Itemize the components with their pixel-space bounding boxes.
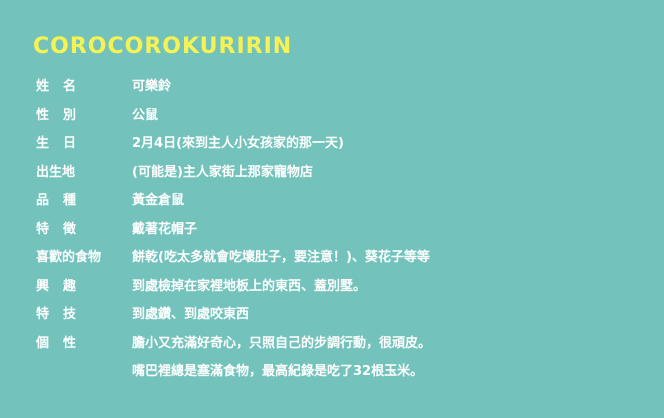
row-label: 姓名 [36, 79, 91, 94]
row-label: 品種 [36, 193, 91, 208]
profile-row-name: 姓名 可樂鈴 [36, 78, 431, 107]
profile-row-favorite-food: 喜歡的食物 餅乾(吃太多就會吃壞肚子，要注意！)、葵花子等等 [36, 249, 431, 278]
profile-row-personality-continued: 嘴巴裡總是塞滿食物，最高紀錄是吃了32根玉米。 [36, 363, 431, 392]
row-label: 生日 [36, 136, 91, 151]
profile-row-gender: 性別 公鼠 [36, 107, 431, 136]
row-value: 公鼠 [132, 107, 159, 123]
row-value: 餅乾(吃太多就會吃壞肚子，要注意！)、葵花子等等 [132, 250, 430, 265]
profile-row-birthplace: 出生地 (可能是)主人家街上那家寵物店 [36, 164, 431, 193]
profile-row-feature: 特徵 戴著花帽子 [36, 221, 431, 250]
row-label: 喜歡的食物 [36, 250, 102, 265]
row-label: 出生地 [36, 164, 76, 180]
profile-row-personality: 個性 膽小又充滿好奇心，只照自己的步調行動，很頑皮。 [36, 335, 431, 364]
row-value: 2月4日(來到主人小女孩家的那一天) [132, 136, 344, 151]
profile-row-breed: 品種 黃金倉鼠 [36, 192, 431, 221]
row-value: 戴著花帽子 [132, 221, 198, 237]
row-label: 興趣 [36, 278, 91, 294]
profile-row-skill: 特技 到處鑽、到處咬東西 [36, 306, 431, 335]
row-value: 到處鑽、到處咬東西 [132, 307, 250, 322]
profile-row-birthday: 生日 2月4日(來到主人小女孩家的那一天) [36, 135, 431, 164]
row-value: 可樂鈴 [132, 79, 172, 94]
profile-row-hobby: 興趣 到處檢掉在家裡地板上的東西、蓋別墅。 [36, 278, 431, 307]
row-label: 性別 [36, 107, 91, 123]
page-title: COROCOROKURIRIN [33, 34, 293, 59]
row-value: 嘴巴裡總是塞滿食物，最高紀錄是吃了32根玉米。 [132, 364, 424, 379]
row-value: 到處檢掉在家裡地板上的東西、蓋別墅。 [132, 278, 367, 294]
row-label: 特徵 [36, 221, 91, 237]
row-value: 膽小又充滿好奇心，只照自己的步調行動，很頑皮。 [132, 335, 432, 351]
row-value: (可能是)主人家街上那家寵物店 [132, 164, 313, 180]
row-label: 個性 [36, 335, 91, 351]
row-value: 黃金倉鼠 [132, 193, 185, 208]
row-label: 特技 [36, 307, 91, 322]
profile-list: 姓名 可樂鈴 性別 公鼠 生日 2月4日(來到主人小女孩家的那一天) 出生地 (… [36, 78, 431, 392]
